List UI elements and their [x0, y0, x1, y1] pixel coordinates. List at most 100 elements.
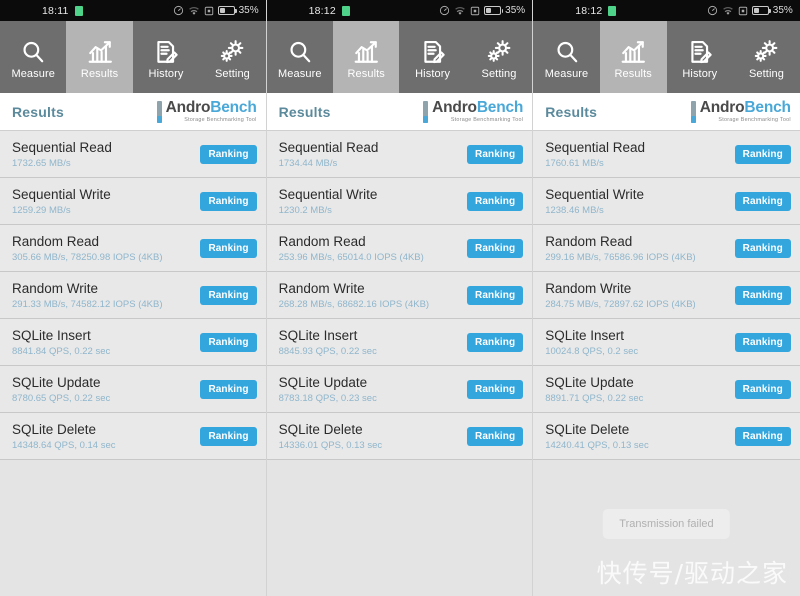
benchmark-name: Sequential Read — [12, 139, 112, 155]
benchmark-name: Sequential Write — [12, 186, 111, 202]
chart-icon — [87, 35, 113, 65]
logo-tagline: Storage Benchmarking Tool — [450, 116, 524, 123]
tab-results[interactable]: Results — [599, 21, 667, 93]
page-title: Results — [12, 103, 64, 120]
ranking-button[interactable]: Ranking — [734, 144, 791, 164]
benchmark-results-list: Sequential Read 1760.61 MB/s Ranking Sequen… — [533, 131, 800, 460]
ranking-button[interactable]: Ranking — [200, 238, 257, 258]
toast-message: Transmission failed — [603, 509, 730, 539]
ranking-button[interactable]: Ranking — [200, 379, 257, 399]
benchmark-value: 1734.44 MB/s — [278, 157, 338, 169]
tab-setting[interactable]: Setting — [466, 21, 532, 93]
ranking-button[interactable]: Ranking — [734, 426, 791, 446]
tab-results[interactable]: Results — [333, 21, 400, 93]
battery-percent: 35% — [772, 5, 793, 16]
tab-measure[interactable]: Measure — [0, 21, 66, 93]
ranking-button[interactable]: Ranking — [467, 426, 524, 446]
ranking-button[interactable]: Ranking — [734, 332, 791, 352]
ranking-button[interactable]: Ranking — [200, 144, 257, 164]
tab-setting[interactable]: Setting — [199, 21, 265, 93]
benchmark-name: Sequential Read — [278, 139, 379, 155]
benchmark-name: SQLite Update — [12, 374, 101, 390]
ranking-button[interactable]: Ranking — [200, 332, 257, 352]
tab-measure[interactable]: Measure — [533, 21, 600, 93]
tab-bar: Measure Results History Setting — [0, 21, 266, 93]
benchmark-row: Sequential Read 1734.44 MB/s Ranking — [266, 131, 533, 178]
search-icon — [287, 35, 313, 65]
ranking-button[interactable]: Ranking — [200, 426, 257, 446]
tab-history[interactable]: History — [399, 21, 465, 93]
search-icon — [554, 35, 580, 65]
results-header: Results AndroBench Storage Benchmarking To… — [533, 93, 800, 131]
benchmark-row: SQLite Insert 8845.93 QPS, 0.22 sec Rankin… — [266, 319, 533, 366]
benchmark-row: SQLite Delete 14336.01 QPS, 0.13 sec Ranki… — [266, 413, 533, 460]
ranking-button[interactable]: Ranking — [734, 285, 791, 305]
benchmark-name: SQLite Delete — [278, 421, 363, 437]
benchmark-name: Sequential Write — [545, 186, 644, 202]
benchmark-row: SQLite Update 8891.71 QPS, 0.22 sec Rankin… — [533, 366, 800, 413]
ranking-button[interactable]: Ranking — [467, 191, 524, 211]
phone-panel-1: 18:11 35% Measure Results History Setting Res… — [0, 0, 267, 596]
ranking-button[interactable]: Ranking — [467, 144, 524, 164]
status-bar: 18:12 35% — [533, 0, 800, 21]
search-icon — [20, 35, 46, 65]
battery-percent: 35% — [505, 5, 526, 16]
status-time: 18:12 — [575, 4, 603, 17]
logo-text-blue: Bench — [210, 99, 257, 117]
results-header: Results AndroBench Storage Benchmarking To… — [0, 93, 266, 131]
tab-measure[interactable]: Measure — [267, 21, 333, 93]
androbench-logo: AndroBench Storage Benchmarking Tool — [690, 100, 791, 123]
benchmark-row: SQLite Insert 10024.8 QPS, 0.2 sec Ranking — [533, 319, 800, 366]
benchmark-row: SQLite Delete 14348.64 QPS, 0.14 sec Ranki… — [0, 413, 266, 460]
benchmark-name: SQLite Insert — [12, 327, 91, 343]
battery-icon — [484, 6, 504, 15]
benchmark-name: SQLite Delete — [12, 421, 97, 437]
benchmark-value: 305.66 MB/s, 78250.98 IOPS (4KB) — [12, 251, 163, 263]
logo-mark-icon — [156, 100, 162, 123]
tab-label: Measure — [11, 67, 55, 80]
document-icon — [420, 35, 446, 65]
ranking-button[interactable]: Ranking — [467, 238, 524, 258]
benchmark-value: 14336.01 QPS, 0.13 sec — [278, 439, 383, 451]
tab-history[interactable]: History — [133, 21, 199, 93]
benchmark-name: Random Read — [12, 233, 100, 249]
ranking-button[interactable]: Ranking — [734, 379, 791, 399]
benchmark-value: 253.96 MB/s, 65014.0 IOPS (4KB) — [278, 251, 424, 263]
benchmark-row: SQLite Insert 8841.84 QPS, 0.22 sec Rankin… — [0, 319, 266, 366]
ranking-button[interactable]: Ranking — [467, 285, 524, 305]
tab-results[interactable]: Results — [66, 21, 133, 93]
benchmark-value: 1230.2 MB/s — [278, 204, 332, 216]
phone-panel-3: 18:12 35% Measure Results History Setting Res… — [533, 0, 800, 596]
page-title: Results — [545, 103, 598, 120]
tab-setting[interactable]: Setting — [733, 21, 800, 93]
benchmark-value: 291.33 MB/s, 74582.12 IOPS (4KB) — [12, 298, 163, 310]
tab-label: History — [682, 67, 718, 80]
benchmark-name: Random Write — [545, 280, 632, 296]
phone-panel-2: 18:12 35% Measure Results History Setting Res… — [266, 0, 534, 596]
benchmark-results-list: Sequential Read 1732.65 MB/s Ranking Sequen… — [0, 131, 266, 460]
benchmark-value: 8783.18 QPS, 0.23 sec — [278, 392, 377, 404]
benchmark-name: Sequential Write — [278, 186, 378, 202]
tab-label: History — [415, 67, 451, 80]
gear-icon — [753, 35, 780, 65]
benchmark-value: 1760.61 MB/s — [545, 157, 604, 169]
logo-text-dark: Andro — [165, 99, 211, 117]
ranking-button[interactable]: Ranking — [734, 191, 791, 211]
gear-icon — [486, 35, 513, 65]
ranking-button[interactable]: Ranking — [734, 238, 791, 258]
benchmark-value: 299.16 MB/s, 76586.96 IOPS (4KB) — [545, 251, 696, 263]
benchmark-value: 14348.64 QPS, 0.14 sec — [12, 439, 116, 451]
tab-history[interactable]: History — [667, 21, 734, 93]
ranking-button[interactable]: Ranking — [467, 332, 524, 352]
chart-icon — [620, 35, 646, 65]
tab-label: Measure — [544, 67, 589, 80]
ranking-button[interactable]: Ranking — [467, 379, 524, 399]
benchmark-value: 14240.41 QPS, 0.13 sec — [545, 439, 649, 451]
benchmark-row: Sequential Read 1732.65 MB/s Ranking — [0, 131, 266, 178]
benchmark-name: SQLite Insert — [278, 327, 358, 343]
benchmark-name: SQLite Insert — [545, 327, 624, 343]
benchmark-results-list: Sequential Read 1734.44 MB/s Ranking Sequen… — [266, 131, 533, 460]
ranking-button[interactable]: Ranking — [200, 285, 257, 305]
ranking-button[interactable]: Ranking — [200, 191, 257, 211]
benchmark-value: 8841.84 QPS, 0.22 sec — [12, 345, 111, 357]
